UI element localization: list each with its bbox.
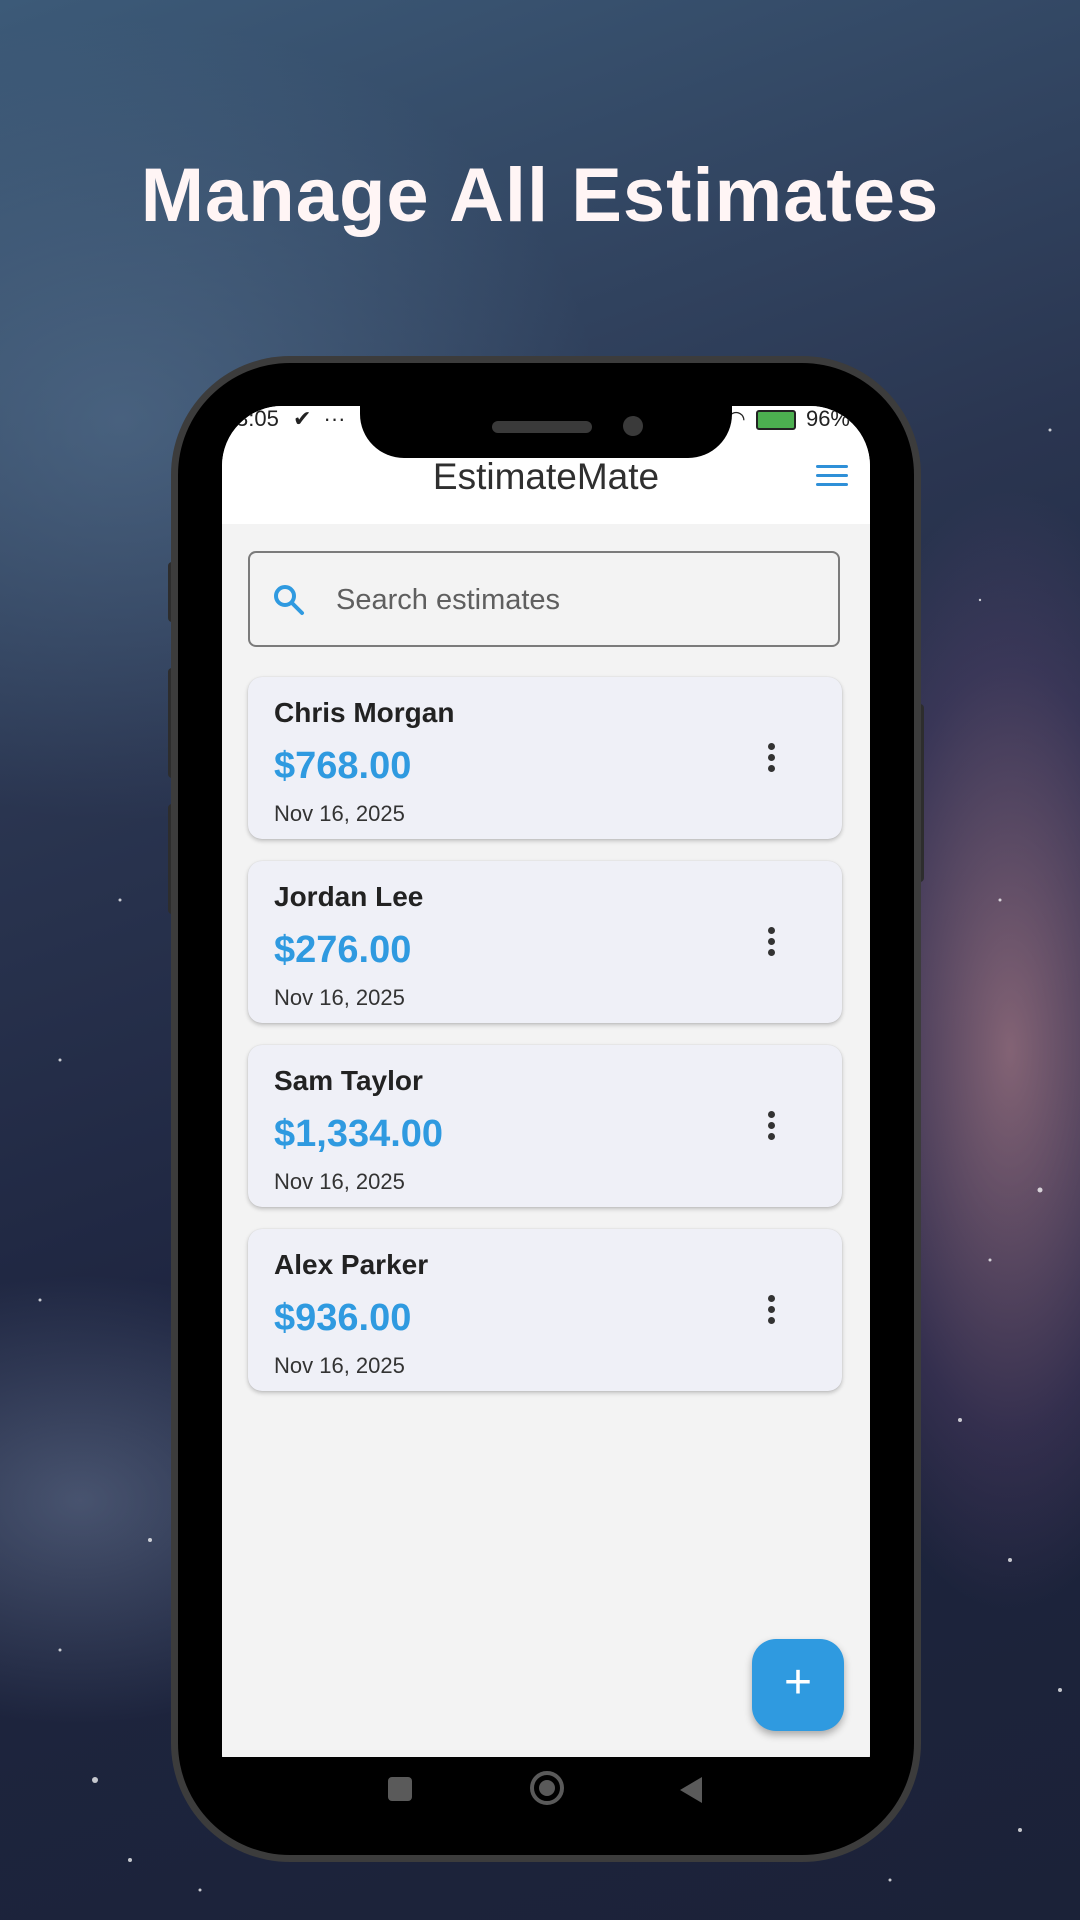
estimate-amount: $936.00: [274, 1297, 412, 1339]
estimate-client-name: Alex Parker: [274, 1249, 429, 1280]
estimate-date: Nov 16, 2025: [274, 1353, 405, 1378]
battery-icon: [755, 410, 796, 431]
estimate-amount: $1,334.00: [274, 1113, 444, 1155]
estimate-client-name: Chris Morgan: [274, 697, 455, 728]
status-time-text: 3:05: [236, 406, 279, 431]
status-time: 3:05 ✔ ···: [236, 406, 346, 432]
check-icon: ✔: [292, 406, 312, 431]
search-icon: [274, 585, 304, 615]
estimate-amount: $768.00: [274, 745, 412, 787]
more-notifications-icon: ···: [323, 406, 346, 431]
estimate-card[interactable]: Chris Morgan $768.00 Nov 16, 2025: [248, 677, 842, 839]
home-icon[interactable]: [530, 1771, 564, 1805]
add-estimate-button[interactable]: +: [752, 1639, 844, 1731]
system-nav-bar: [222, 1757, 870, 1811]
phone-speaker: [492, 421, 592, 433]
more-vert-icon[interactable]: [768, 743, 776, 773]
more-vert-icon[interactable]: [768, 1295, 776, 1325]
phone-screen: 3:05 ✔ ··· ◠ 96% EstimateMate Chris Morg…: [222, 406, 870, 1811]
estimate-date: Nov 16, 2025: [274, 985, 405, 1010]
more-vert-icon[interactable]: [768, 1111, 776, 1141]
estimate-date: Nov 16, 2025: [274, 1169, 405, 1194]
estimate-card[interactable]: Jordan Lee $276.00 Nov 16, 2025: [248, 861, 842, 1023]
search-input[interactable]: [334, 577, 818, 623]
app-title: EstimateMate: [432, 456, 660, 497]
hamburger-menu-icon[interactable]: [816, 465, 848, 489]
front-camera: [623, 416, 643, 436]
estimate-client-name: Sam Taylor: [274, 1065, 423, 1096]
status-icons: ◠ 96%: [727, 406, 851, 432]
recents-icon[interactable]: [388, 1777, 412, 1801]
battery-percent: 96%: [805, 406, 850, 431]
hero-title: Manage All Estimates: [140, 153, 940, 238]
back-icon[interactable]: [680, 1777, 702, 1803]
estimate-amount: $276.00: [274, 929, 412, 971]
more-vert-icon[interactable]: [768, 927, 776, 957]
estimate-card[interactable]: Sam Taylor $1,334.00 Nov 16, 2025: [248, 1045, 842, 1207]
estimate-client-name: Jordan Lee: [274, 881, 424, 912]
estimate-date: Nov 16, 2025: [274, 801, 405, 826]
estimate-card[interactable]: Alex Parker $936.00 Nov 16, 2025: [248, 1229, 842, 1391]
search-box[interactable]: [248, 551, 840, 647]
